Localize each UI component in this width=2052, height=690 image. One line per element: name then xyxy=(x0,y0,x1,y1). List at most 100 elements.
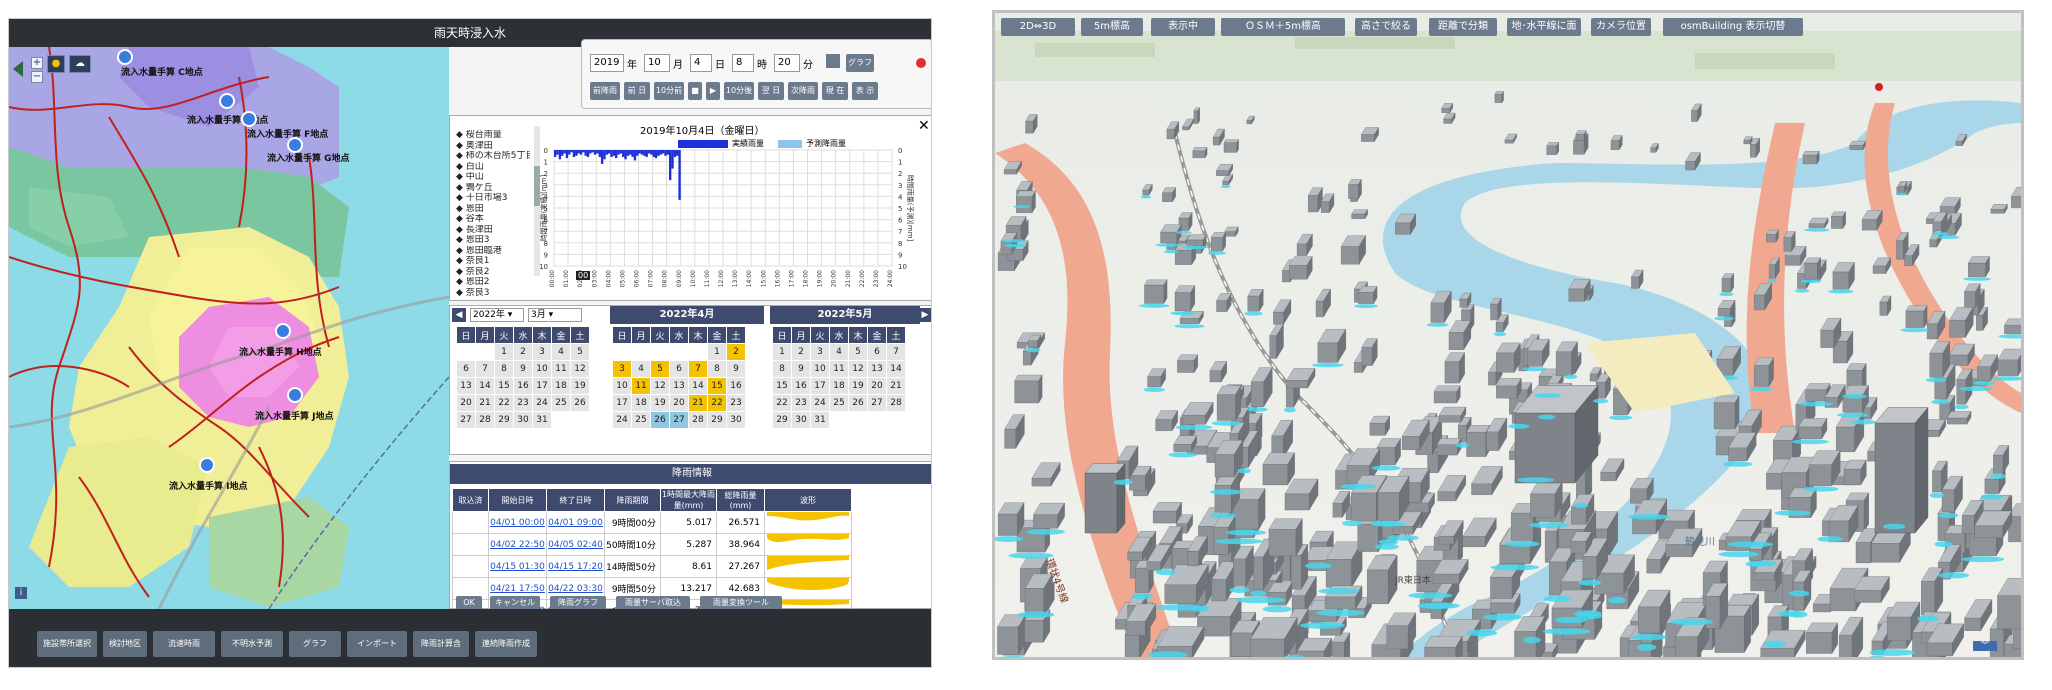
calendar-day[interactable]: 30 xyxy=(513,411,533,429)
camera-position-button[interactable]: カメラ位置 xyxy=(1591,18,1651,36)
cancel-button[interactable]: キャンセル xyxy=(490,596,540,610)
calendar-day[interactable]: 31 xyxy=(532,411,552,429)
calendar-day[interactable]: 20 xyxy=(456,394,476,412)
info-icon[interactable]: i xyxy=(15,587,27,599)
calendar-day[interactable]: 2 xyxy=(791,343,811,361)
rain-event-row[interactable]: 04/15 01:30 04/15 17:20 14時間50分 8.61 27.267 xyxy=(452,555,852,578)
calendar-day[interactable]: 30 xyxy=(791,411,811,429)
distance-classify-button[interactable]: 距離で分類 xyxy=(1429,18,1497,36)
calendar-day[interactable]: 28 xyxy=(886,394,906,412)
location-pin-button[interactable]: ● xyxy=(47,55,65,73)
calendar-day[interactable]: 2 xyxy=(513,343,533,361)
rain-cell-start[interactable]: 04/01 00:00 xyxy=(488,511,547,534)
calendar-day[interactable]: 29 xyxy=(494,411,514,429)
prev-10min-button[interactable]: 10分前 xyxy=(654,82,684,100)
rain-server-import-button[interactable]: 雨量サーバ取込 xyxy=(616,596,690,610)
calendar-day[interactable]: 14 xyxy=(475,377,495,395)
rain-event-row[interactable]: 04/01 00:00 04/01 09:00 9時間00分 5.017 26.571 xyxy=(452,511,852,534)
height-filter-button[interactable]: 高さで絞る xyxy=(1355,18,1417,36)
calendar-day[interactable]: 22 xyxy=(494,394,514,412)
cloud-layer-button[interactable]: ☁ xyxy=(69,55,91,73)
calendar-day[interactable]: 3 xyxy=(612,360,632,378)
calendar-day[interactable]: 20 xyxy=(867,377,887,395)
calendar-day[interactable]: 29 xyxy=(707,411,727,429)
calendar-day[interactable]: 27 xyxy=(669,411,689,429)
calendar-day[interactable]: 24 xyxy=(612,411,632,429)
year-input[interactable]: 2019 xyxy=(590,54,624,72)
calendar-day[interactable]: 22 xyxy=(772,394,792,412)
zoom-out-button[interactable]: − xyxy=(31,71,43,83)
graph-button[interactable]: グラフ xyxy=(846,54,874,72)
calendar-day[interactable]: 14 xyxy=(886,360,906,378)
rain-cell-start[interactable]: 04/15 01:30 xyxy=(488,555,547,578)
calendar-day[interactable]: 5 xyxy=(570,343,590,361)
now-button[interactable]: 現 在 xyxy=(822,82,848,100)
calendar-day[interactable]: 16 xyxy=(791,377,811,395)
calendar-day[interactable]: 26 xyxy=(570,394,590,412)
observation-pin-icon[interactable] xyxy=(287,387,303,403)
calendar-day[interactable]: 3 xyxy=(810,343,830,361)
calendar-day[interactable]: 31 xyxy=(810,411,830,429)
calendar-day[interactable]: 24 xyxy=(532,394,552,412)
next-rain-button[interactable]: 次降雨 xyxy=(788,82,818,100)
minute-input[interactable]: 20 xyxy=(774,54,800,72)
osm-elevation-button[interactable]: ＯＳＭ＋5m標高 xyxy=(1221,18,1345,36)
calendar-day[interactable]: 1 xyxy=(772,343,792,361)
next-month-icon[interactable]: ▶ xyxy=(918,308,931,322)
facility-select-button[interactable]: 施設帯所選択 xyxy=(37,631,97,657)
horizon-surface-button[interactable]: 地･水平線に面 xyxy=(1507,18,1581,36)
calendar-day[interactable]: 1 xyxy=(494,343,514,361)
city-3d-view[interactable]: 環状4号線 JR東日本 鶴見川 ︾ 2D⇔3D 5m標高 表示中 ＯＳＭ＋5m標… xyxy=(992,10,2024,660)
observation-pin-icon[interactable] xyxy=(241,111,257,127)
calendar-day[interactable]: 7 xyxy=(886,343,906,361)
calendar-day[interactable]: 13 xyxy=(456,377,476,395)
calendar-day[interactable]: 13 xyxy=(669,377,689,395)
calendar-day[interactable]: 17 xyxy=(810,377,830,395)
calendar-day[interactable]: 24 xyxy=(810,394,830,412)
collapse-arrow-icon[interactable] xyxy=(13,61,23,77)
calendar-day[interactable]: 28 xyxy=(475,411,495,429)
calendar-day[interactable]: 6 xyxy=(456,360,476,378)
showing-button[interactable]: 表示中 xyxy=(1151,18,1215,36)
flow-time-button[interactable]: 流速時雨 xyxy=(153,631,215,657)
calendar-day[interactable]: 4 xyxy=(551,343,571,361)
calendar-day[interactable]: 16 xyxy=(513,377,533,395)
calendar-day[interactable]: 25 xyxy=(551,394,571,412)
calendar-day[interactable]: 16 xyxy=(726,377,746,395)
prev-rain-button[interactable]: 前降雨 xyxy=(590,82,620,100)
graph-button[interactable]: グラフ xyxy=(289,631,341,657)
rain-cell-end[interactable]: 04/01 09:00 xyxy=(546,511,605,534)
calendar-day[interactable]: 21 xyxy=(886,377,906,395)
calendar-day[interactable]: 11 xyxy=(551,360,571,378)
zoom-in-button[interactable]: + xyxy=(31,57,43,69)
calendar-day[interactable]: 5 xyxy=(848,343,868,361)
calendar-day[interactable]: 26 xyxy=(650,411,670,429)
calendar-day[interactable]: 15 xyxy=(772,377,792,395)
calendar-day[interactable]: 14 xyxy=(688,377,708,395)
day-input[interactable]: 4 xyxy=(690,54,712,72)
continuous-rain-button[interactable]: 連続降雨作成 xyxy=(475,631,537,657)
rain-calc-button[interactable]: 降雨計算含 xyxy=(413,631,469,657)
calendar-day[interactable]: 21 xyxy=(475,394,495,412)
calendar-day[interactable]: 13 xyxy=(867,360,887,378)
rainfall-map[interactable]: + − ● ☁ 流入水量手算 C地点 流入水量手算 E地点 流入水量手算 F地点… xyxy=(9,47,449,609)
calendar-day[interactable]: 23 xyxy=(791,394,811,412)
prev-day-button[interactable]: 前 日 xyxy=(624,82,650,100)
calendar-day[interactable]: 8 xyxy=(772,360,792,378)
calendar-day[interactable]: 25 xyxy=(829,394,849,412)
calendar-day[interactable]: 10 xyxy=(810,360,830,378)
calendar-day[interactable]: 1 xyxy=(707,343,727,361)
calendar-day[interactable]: 7 xyxy=(475,360,495,378)
osm-building-toggle-button[interactable]: osmBuilding 表示切替 xyxy=(1663,18,1803,36)
hour-input[interactable]: 8 xyxy=(732,54,754,72)
calendar-day[interactable]: 30 xyxy=(726,411,746,429)
calendar-day[interactable]: 2 xyxy=(726,343,746,361)
calendar-day[interactable]: 20 xyxy=(669,394,689,412)
calendar-day[interactable]: 12 xyxy=(570,360,590,378)
calendar-day[interactable]: 11 xyxy=(829,360,849,378)
calendar-day[interactable]: 10 xyxy=(612,377,632,395)
import-button[interactable]: インポート xyxy=(347,631,407,657)
calendar-day[interactable]: 12 xyxy=(848,360,868,378)
district-button[interactable]: 検討地区 xyxy=(103,631,147,657)
calendar-day[interactable]: 18 xyxy=(829,377,849,395)
